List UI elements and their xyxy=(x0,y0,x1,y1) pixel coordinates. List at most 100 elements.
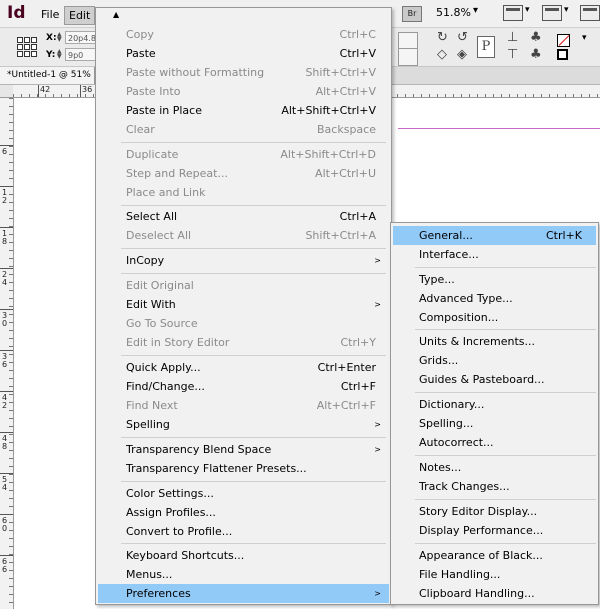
pref-item-notes[interactable]: Notes... xyxy=(393,458,596,477)
scroll-up-icon[interactable]: ▲ xyxy=(113,10,119,19)
menu-item-label: Edit With xyxy=(126,298,176,311)
menu-edit[interactable]: Edit xyxy=(64,6,96,25)
flip-vertical-icon[interactable]: ◈ xyxy=(457,47,467,62)
select-container-icon[interactable]: ⊥ xyxy=(507,30,518,45)
pref-item-spelling[interactable]: Spelling... xyxy=(393,414,596,433)
menu-item-edit-original[interactable]: Edit Original xyxy=(98,276,389,295)
pref-item-display-performance[interactable]: Display Performance... xyxy=(393,521,596,540)
pref-item-track-changes[interactable]: Track Changes... xyxy=(393,477,596,496)
menu-separator xyxy=(415,329,596,330)
ruler-label: 5 4 xyxy=(2,475,8,492)
menu-item-label: Quick Apply... xyxy=(126,361,201,374)
pref-item-general[interactable]: General... Ctrl+K xyxy=(393,226,596,245)
menu-item-keyboard-shortcuts[interactable]: Keyboard Shortcuts... xyxy=(98,546,389,565)
select-previous-icon[interactable]: ♣ xyxy=(530,30,542,45)
menu-item-assign-profiles[interactable]: Assign Profiles... xyxy=(98,503,389,522)
menu-item-shortcut: Ctrl+A xyxy=(339,210,376,223)
y-spinner-icon[interactable]: ▲ ▼ xyxy=(57,49,63,60)
stroke-swatch-icon[interactable] xyxy=(557,34,570,47)
menu-item-preferences[interactable]: Preferences > xyxy=(98,584,389,603)
screen-mode-icon[interactable] xyxy=(542,5,562,21)
menu-item-edit-in-story-editor[interactable]: Edit in Story Editor Ctrl+Y xyxy=(98,333,389,352)
menu-item-shortcut: Ctrl+K xyxy=(545,229,582,242)
menu-item-quick-apply[interactable]: Quick Apply... Ctrl+Enter xyxy=(98,358,389,377)
menu-item-label: Guides & Pasteboard... xyxy=(419,373,545,386)
menu-item-find-next[interactable]: Find Next Alt+Ctrl+F xyxy=(98,396,389,415)
zoom-level[interactable]: 51.8% xyxy=(436,6,471,19)
menu-item-go-to-source[interactable]: Go To Source xyxy=(98,314,389,333)
pref-item-interface[interactable]: Interface... xyxy=(393,245,596,264)
menu-item-clear[interactable]: Clear Backspace xyxy=(98,120,389,139)
menu-separator xyxy=(121,273,386,274)
flip-horizontal-icon[interactable]: ◇ xyxy=(437,47,447,62)
menu-item-label: Convert to Profile... xyxy=(126,525,233,538)
pref-item-type[interactable]: Type... xyxy=(393,270,596,289)
menu-item-paste-into[interactable]: Paste Into Alt+Ctrl+V xyxy=(98,82,389,101)
menu-item-paste-without-formatting[interactable]: Paste without Formatting Shift+Ctrl+V xyxy=(98,63,389,82)
menu-item-edit-with[interactable]: Edit With > xyxy=(98,295,389,314)
y-position-input[interactable]: 9p0 xyxy=(65,48,97,61)
pref-item-file-handling[interactable]: File Handling... xyxy=(393,565,596,584)
select-next-icon[interactable]: ♣ xyxy=(530,47,542,62)
pref-item-dictionary[interactable]: Dictionary... xyxy=(393,395,596,414)
document-tab[interactable]: *Untitled-1 @ 51% xyxy=(0,67,95,84)
menu-item-spelling[interactable]: Spelling > xyxy=(98,415,389,434)
ruler-label: 3 6 xyxy=(2,352,8,369)
select-content-icon[interactable]: ⊤ xyxy=(507,47,518,62)
menu-item-incopy[interactable]: InCopy > xyxy=(98,251,389,270)
zoom-dropdown-icon[interactable]: ▾ xyxy=(473,5,478,16)
menu-item-place-and-link[interactable]: Place and Link xyxy=(98,183,389,202)
menu-item-transparency-blend-space[interactable]: Transparency Blend Space > xyxy=(98,440,389,459)
arrange-documents-icon[interactable] xyxy=(580,5,600,21)
menu-item-select-all[interactable]: Select All Ctrl+A xyxy=(98,207,389,226)
menu-item-find-change[interactable]: Find/Change... Ctrl+F xyxy=(98,377,389,396)
menu-separator xyxy=(415,392,596,393)
screen-mode-chevron-icon[interactable]: ▾ xyxy=(564,5,569,15)
menu-item-menus[interactable]: Menus... xyxy=(98,565,389,584)
menu-item-label: Go To Source xyxy=(126,317,198,330)
pref-item-grids[interactable]: Grids... xyxy=(393,351,596,370)
menu-separator xyxy=(415,543,596,544)
menu-item-paste-in-place[interactable]: Paste in Place Alt+Shift+Ctrl+V xyxy=(98,101,389,120)
view-options-chevron-icon[interactable]: ▾ xyxy=(525,5,530,15)
menu-item-label: Deselect All xyxy=(126,229,192,242)
edit-menu: ▲ Copy Ctrl+C Paste Ctrl+V Paste without F… xyxy=(95,7,392,605)
menu-item-color-settings[interactable]: Color Settings... xyxy=(98,484,389,503)
menu-item-label: Transparency Blend Space xyxy=(126,443,272,456)
menu-item-duplicate[interactable]: Duplicate Alt+Shift+Ctrl+D xyxy=(98,145,389,164)
ruler-label: 1 2 xyxy=(2,188,8,205)
x-position-input[interactable]: 20p4.8 xyxy=(65,31,97,44)
menu-item-label: General... xyxy=(419,229,473,242)
menu-item-convert-to-profile[interactable]: Convert to Profile... xyxy=(98,522,389,541)
stroke-chevron-icon[interactable]: ▾ xyxy=(582,33,587,43)
pref-item-advanced-type[interactable]: Advanced Type... xyxy=(393,289,596,308)
pref-item-story-editor-display[interactable]: Story Editor Display... xyxy=(393,502,596,521)
shear-field[interactable] xyxy=(398,48,418,66)
rotate-cw-icon[interactable]: ↻ xyxy=(437,30,448,45)
menu-item-step-and-repeat[interactable]: Step and Repeat... Alt+Ctrl+U xyxy=(98,164,389,183)
menu-file[interactable]: File xyxy=(37,6,63,23)
fill-swatch-icon[interactable] xyxy=(557,49,568,60)
vertical-ruler[interactable]: 6 1 2 1 8 2 4 3 0 3 6 4 2 4 8 5 4 6 0 6 … xyxy=(0,98,14,609)
pref-item-composition[interactable]: Composition... xyxy=(393,308,596,327)
reference-point-icon[interactable] xyxy=(17,37,37,57)
menu-item-shortcut: Ctrl+Enter xyxy=(317,361,376,374)
pref-item-autocorrect[interactable]: Autocorrect... xyxy=(393,433,596,452)
menu-item-transparency-flattener-presets[interactable]: Transparency Flattener Presets... xyxy=(98,459,389,478)
pref-item-clipboard-handling[interactable]: Clipboard Handling... xyxy=(393,584,596,603)
x-spinner-icon[interactable]: ▲ ▼ xyxy=(57,32,63,43)
menu-item-label: Appearance of Black... xyxy=(419,549,543,562)
menu-item-copy[interactable]: Copy Ctrl+C xyxy=(98,25,389,44)
ruler-origin[interactable] xyxy=(0,85,14,98)
menu-item-paste[interactable]: Paste Ctrl+V xyxy=(98,44,389,63)
rotate-ccw-icon[interactable]: ↺ xyxy=(457,30,468,45)
bridge-button[interactable]: Br xyxy=(402,6,422,22)
pref-item-units-increments[interactable]: Units & Increments... xyxy=(393,332,596,351)
submenu-arrow-icon: > xyxy=(374,256,381,265)
menu-item-deselect-all[interactable]: Deselect All Shift+Ctrl+A xyxy=(98,226,389,245)
view-options-icon[interactable] xyxy=(503,5,523,21)
menu-item-shortcut: Shift+Ctrl+A xyxy=(305,229,376,242)
menu-item-label: Paste in Place xyxy=(126,104,202,117)
pref-item-appearance-of-black[interactable]: Appearance of Black... xyxy=(393,546,596,565)
pref-item-guides-pasteboard[interactable]: Guides & Pasteboard... xyxy=(393,370,596,389)
